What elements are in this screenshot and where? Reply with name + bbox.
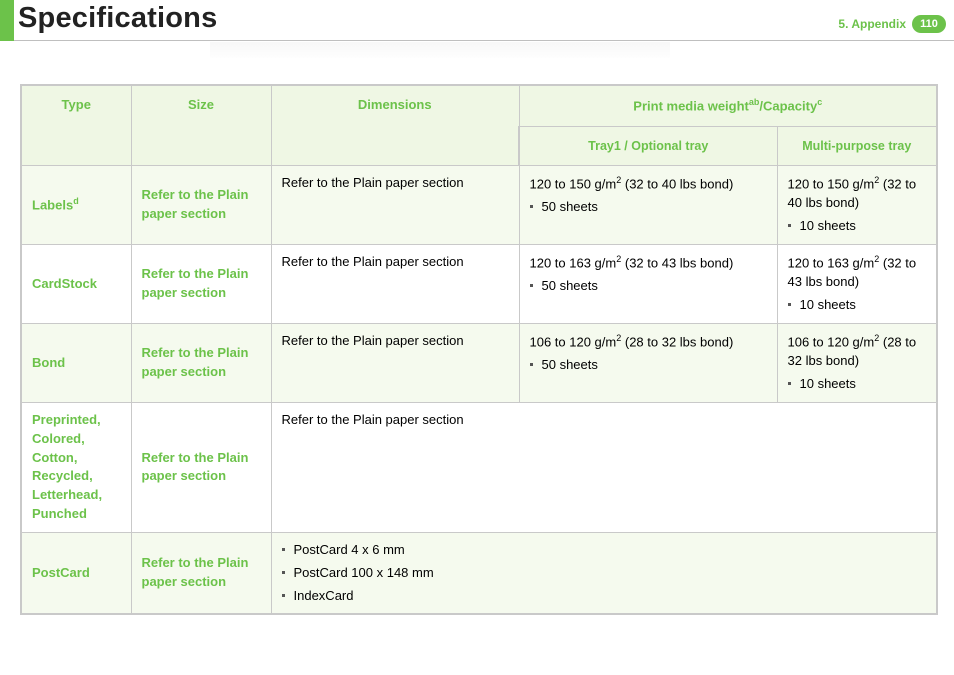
- type-line: Recycled,: [32, 467, 121, 486]
- size-cell: Refer to the Plain paper section: [131, 324, 271, 403]
- bullet-icon: [530, 205, 534, 208]
- dimensions-cell: Refer to the Plain paper section: [271, 166, 519, 245]
- type-line: Punched: [32, 505, 121, 524]
- multi-range-pre: 120 to 163 g/m: [788, 255, 875, 270]
- weightcap-mid: /Capacity: [759, 98, 817, 113]
- tray1-cell: 120 to 163 g/m2 (32 to 43 lbs bond) 50 s…: [519, 245, 777, 324]
- col-size-header: Size: [131, 85, 271, 166]
- dim-item: IndexCard: [294, 587, 354, 606]
- weightcap-sup2: c: [817, 97, 822, 107]
- tray1-range-pre: 120 to 163 g/m: [530, 255, 617, 270]
- table-row: Labelsd Refer to the Plain paper section…: [21, 166, 937, 245]
- col-multi-header: Multi-purpose tray: [777, 127, 937, 166]
- size-cell: Refer to the Plain paper section: [131, 166, 271, 245]
- header-divider: [14, 40, 954, 41]
- tray1-range-pre: 120 to 150 g/m: [530, 177, 617, 192]
- tray1-cell: 120 to 150 g/m2 (32 to 40 lbs bond) 50 s…: [519, 166, 777, 245]
- multi-cell: 106 to 120 g/m2 (28 to 32 lbs bond) 10 s…: [777, 324, 937, 403]
- size-cell: Refer to the Plain paper section: [131, 402, 271, 532]
- type-cell: CardStock: [21, 245, 131, 324]
- weightcap-sup1: ab: [749, 97, 760, 107]
- bullet-icon: [282, 548, 286, 551]
- type-line: Cotton,: [32, 449, 121, 468]
- type-line: Colored,: [32, 430, 121, 449]
- col-tray1-header: Tray1 / Optional tray: [519, 127, 777, 166]
- decorative-shadow: [210, 42, 670, 58]
- type-line: Preprinted,: [32, 411, 121, 430]
- dimensions-cell: Refer to the Plain paper section: [271, 245, 519, 324]
- tray1-range-post: (32 to 43 lbs bond): [621, 255, 733, 270]
- bullet-icon: [282, 594, 286, 597]
- chapter-label: 5. Appendix: [838, 17, 906, 31]
- specifications-table: Type Size Dimensions Print media weighta…: [20, 84, 938, 615]
- weightcap-prefix: Print media weight: [633, 98, 749, 113]
- page-title: Specifications: [18, 2, 217, 35]
- type-cell: Labelsd: [21, 166, 131, 245]
- dimensions-cell: Refer to the Plain paper section: [271, 402, 937, 532]
- multi-capacity: 10 sheets: [800, 217, 856, 236]
- type-cell: PostCard: [21, 532, 131, 614]
- tray1-range-post: (32 to 40 lbs bond): [621, 177, 733, 192]
- multi-range-pre: 120 to 150 g/m: [788, 177, 875, 192]
- bullet-icon: [788, 382, 792, 385]
- bullet-icon: [788, 303, 792, 306]
- bullet-icon: [788, 224, 792, 227]
- multi-range-pre: 106 to 120 g/m: [788, 334, 875, 349]
- dim-item: PostCard 4 x 6 mm: [294, 541, 405, 560]
- tray1-capacity: 50 sheets: [542, 198, 598, 217]
- bullet-icon: [530, 284, 534, 287]
- table-row: Bond Refer to the Plain paper section Re…: [21, 324, 937, 403]
- bullet-icon: [530, 363, 534, 366]
- tray1-capacity: 50 sheets: [542, 277, 598, 296]
- bullet-icon: [282, 571, 286, 574]
- table-row: Preprinted, Colored, Cotton, Recycled, L…: [21, 402, 937, 532]
- type-cell: Preprinted, Colored, Cotton, Recycled, L…: [21, 402, 131, 532]
- tray1-capacity: 50 sheets: [542, 356, 598, 375]
- tray1-range-pre: 106 to 120 g/m: [530, 334, 617, 349]
- col-dimensions-header: Dimensions: [271, 85, 519, 166]
- col-weightcap-header: Print media weightab/Capacityc: [519, 85, 937, 127]
- size-cell: Refer to the Plain paper section: [131, 532, 271, 614]
- col-type-header: Type: [21, 85, 131, 166]
- dimensions-cell: PostCard 4 x 6 mm PostCard 100 x 148 mm …: [271, 532, 937, 614]
- multi-capacity: 10 sheets: [800, 375, 856, 394]
- dimensions-cell: Refer to the Plain paper section: [271, 324, 519, 403]
- table-row: PostCard Refer to the Plain paper sectio…: [21, 532, 937, 614]
- dim-item: PostCard 100 x 148 mm: [294, 564, 434, 583]
- type-sup: d: [73, 196, 79, 206]
- header-accent: [0, 0, 14, 41]
- multi-capacity: 10 sheets: [800, 296, 856, 315]
- type-line: Letterhead,: [32, 486, 121, 505]
- table-row: CardStock Refer to the Plain paper secti…: [21, 245, 937, 324]
- type-cell: Bond: [21, 324, 131, 403]
- type-text: Labels: [32, 197, 73, 212]
- multi-cell: 120 to 163 g/m2 (32 to 43 lbs bond) 10 s…: [777, 245, 937, 324]
- multi-cell: 120 to 150 g/m2 (32 to 40 lbs bond) 10 s…: [777, 166, 937, 245]
- tray1-cell: 106 to 120 g/m2 (28 to 32 lbs bond) 50 s…: [519, 324, 777, 403]
- size-cell: Refer to the Plain paper section: [131, 245, 271, 324]
- tray1-range-post: (28 to 32 lbs bond): [621, 334, 733, 349]
- page-number-badge: 110: [912, 15, 946, 33]
